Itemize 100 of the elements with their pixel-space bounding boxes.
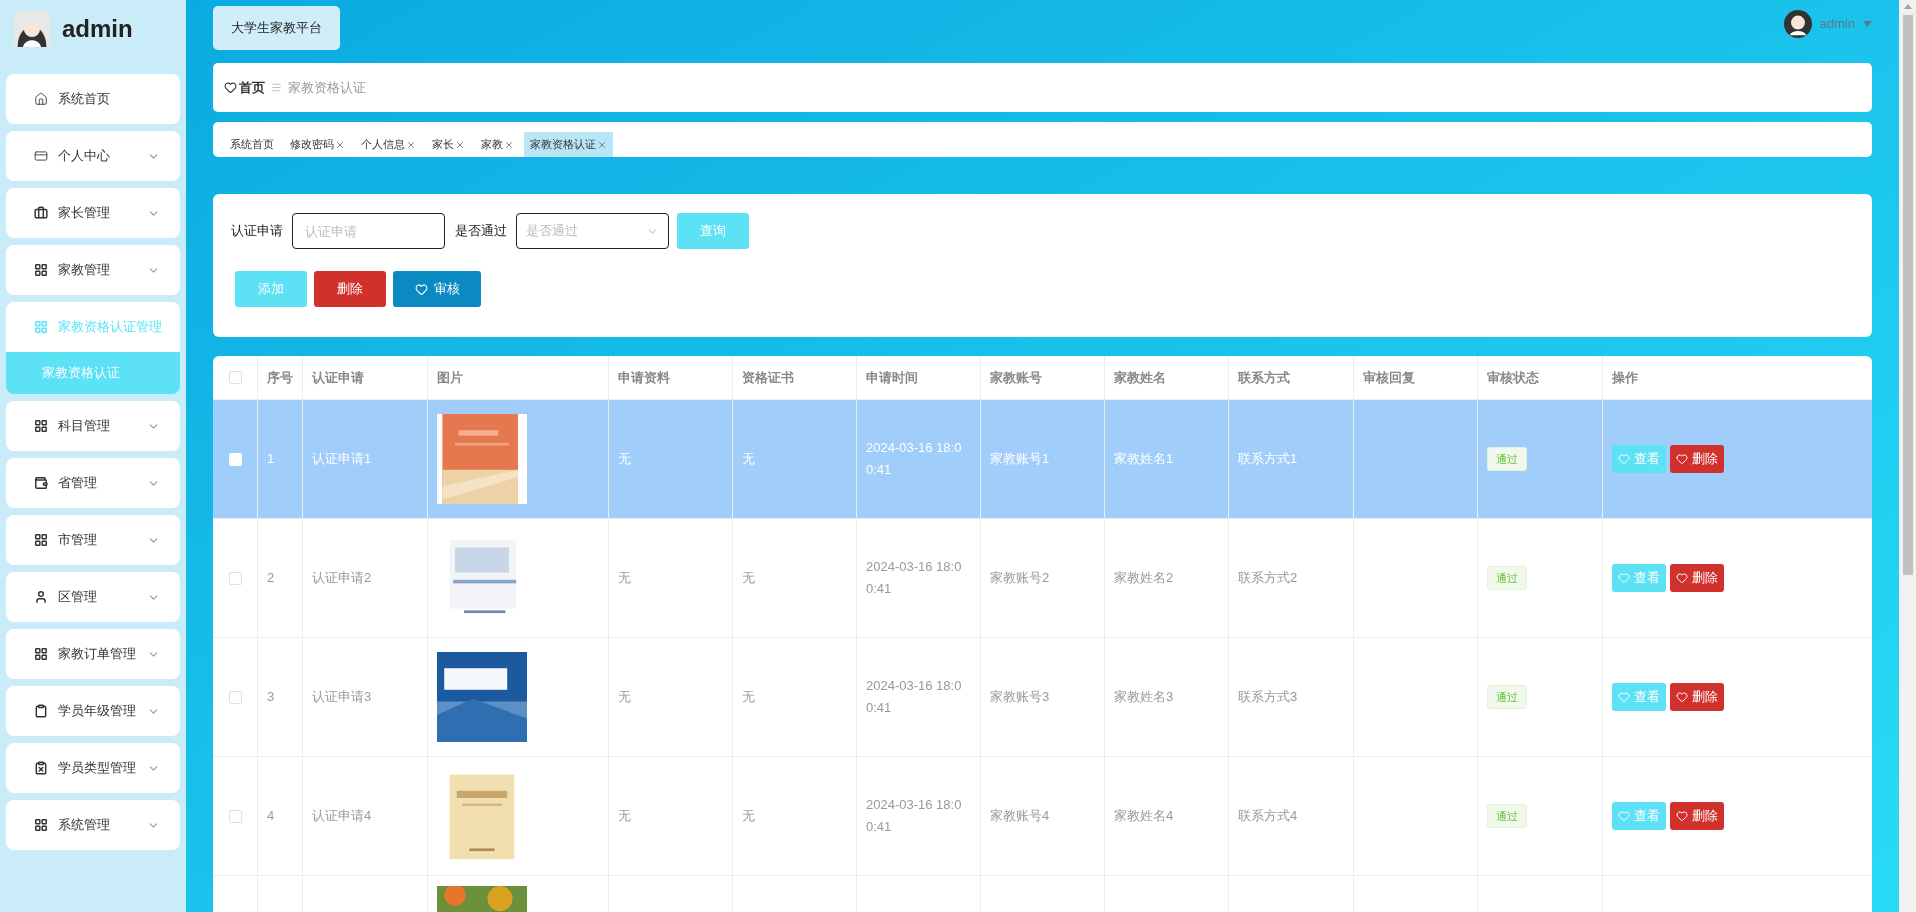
table-cell: 4 (258, 757, 303, 875)
page-tab[interactable]: 系统首页 (224, 132, 280, 157)
page-tab[interactable]: 修改密码 (284, 132, 351, 157)
grid-icon (34, 647, 48, 661)
column-header: 认证申请 (303, 356, 428, 399)
table-cell: 认证申请2 (303, 519, 428, 637)
sidebar-item[interactable]: 学员年级管理 (6, 686, 180, 736)
heart-icon (1618, 810, 1630, 822)
separator-icon (271, 82, 282, 93)
briefcase-icon (34, 206, 48, 220)
close-icon[interactable] (335, 139, 345, 150)
heart-icon (1676, 810, 1688, 822)
table-cell: 2024-03-16 18:00:41 (857, 638, 981, 756)
status-tag: 通过 (1487, 804, 1527, 828)
page-tab[interactable]: 家长 (426, 132, 471, 157)
sidebar-label: 省管理 (58, 474, 97, 493)
table-cell: 2024-03-16 18:00:41 (857, 757, 981, 875)
delete-button[interactable]: 删除 (1670, 445, 1724, 473)
row-checkbox[interactable] (228, 690, 242, 704)
table-cell: 联系方式4 (1229, 757, 1354, 875)
sidebar-item[interactable]: 区管理 (6, 572, 180, 622)
avatar-icon (1783, 10, 1812, 38)
table-cell: 家教姓名3 (1105, 638, 1229, 756)
column-header: 联系方式 (1229, 356, 1354, 399)
table-cell: 家教姓名4 (1105, 757, 1229, 875)
sidebar-item[interactable]: 学员类型管理 (6, 743, 180, 793)
table-cell: 认证申请4 (303, 757, 428, 875)
sidebar-item[interactable]: 科目管理 (6, 401, 180, 451)
column-header: 家教账号 (981, 356, 1105, 399)
page-tab[interactable]: 家教资格认证 (524, 132, 613, 157)
close-icon[interactable] (455, 139, 465, 150)
close-icon[interactable] (406, 139, 416, 150)
sidebar-label: 科目管理 (58, 417, 110, 436)
grid-icon (34, 533, 48, 547)
heart-icon (1676, 453, 1688, 465)
status-tag: 通过 (1487, 566, 1527, 590)
sidebar-item[interactable]: 家教订单管理 (6, 629, 180, 679)
scroll-up-icon[interactable] (1903, 4, 1912, 9)
column-header: 资格证书 (733, 356, 857, 399)
scrollbar-thumb[interactable] (1902, 15, 1913, 575)
page-tab[interactable]: 家教 (475, 132, 520, 157)
table-row[interactable]: 3 认证申请3 无 无 2024-03-16 18:00:41 家教账号3 家教姓名3 联系方式3 通过 查看 删除 (213, 638, 1872, 757)
table-cell: 认证申请3 (303, 638, 428, 756)
sidebar-item[interactable]: 市管理 (6, 515, 180, 565)
breadcrumb-current: 家教资格认证 (288, 78, 366, 97)
delete-button[interactable]: 删除 (1670, 683, 1724, 711)
home-icon (34, 92, 48, 106)
sidebar-label: 学员年级管理 (58, 702, 136, 721)
table-cell: 联系方式2 (1229, 519, 1354, 637)
sidebar-item[interactable]: 家长管理 (6, 188, 180, 238)
sidebar-label: 学员类型管理 (58, 759, 136, 778)
sidebar-label: 家教订单管理 (58, 645, 136, 664)
close-icon[interactable] (597, 139, 607, 150)
status-tag: 通过 (1487, 685, 1527, 709)
breadcrumb-link[interactable]: 首页 (239, 77, 265, 98)
review-button[interactable]: 审核 (393, 271, 481, 307)
row-checkbox[interactable] (228, 809, 242, 823)
card-icon (34, 149, 48, 163)
table-cell: 2 (258, 519, 303, 637)
scrollbar[interactable] (1899, 0, 1916, 912)
caret-icon (1863, 21, 1872, 27)
sidebar-item[interactable]: 系统首页 (6, 74, 180, 124)
table-cell: 无 (609, 519, 733, 637)
delete-button[interactable]: 删除 (1670, 564, 1724, 592)
sidebar-item[interactable]: 省管理 (6, 458, 180, 508)
column-header: 家教姓名 (1105, 356, 1229, 399)
sidebar-item[interactable]: 个人中心 (6, 131, 180, 181)
column-header: 审核状态 (1478, 356, 1603, 399)
sidebar-item[interactable]: 家教管理 (6, 245, 180, 295)
table-cell: 无 (733, 757, 857, 875)
sidebar-label: 市管理 (58, 531, 97, 550)
delete-button[interactable]: 删除 (1670, 802, 1724, 830)
table-cell: 联系方式3 (1229, 638, 1354, 756)
table-row[interactable]: 2 认证申请2 无 无 2024-03-16 18:00:41 家教账号2 家教姓名2 联系方式2 通过 查看 删除 (213, 519, 1872, 638)
table-cell: 联系方式1 (1229, 400, 1354, 518)
close-icon[interactable] (504, 139, 514, 150)
table-row[interactable]: 1 认证申请1 无 无 2024-03-16 18:00:41 家教账号1 家教姓名1 联系方式1 通过 查看 删除 (213, 400, 1872, 519)
table-row[interactable]: 4 认证申请4 无 无 2024-03-16 18:00:41 家教账号4 家教姓名4 联系方式4 通过 查看 删除 (213, 757, 1872, 876)
heart-icon (414, 282, 428, 296)
field-label: 是否通过 (455, 222, 507, 241)
select-all-checkbox[interactable] (228, 371, 242, 384)
delete-button[interactable]: 删除 (314, 271, 386, 307)
platform-button[interactable]: 大学生家教平台 (213, 6, 340, 50)
heart-icon (1676, 572, 1688, 584)
table-cell: 家教账号4 (981, 757, 1105, 875)
grid-icon (34, 263, 48, 277)
table-cell: 认证申请1 (303, 400, 428, 518)
sidebar-label: 家教管理 (58, 261, 110, 280)
avatar-icon (14, 11, 50, 47)
table-cell: 无 (609, 638, 733, 756)
page-tab[interactable]: 个人信息 (355, 132, 422, 157)
column-header: 申请时间 (857, 356, 981, 399)
heart-icon (1618, 453, 1630, 465)
row-checkbox[interactable] (228, 571, 242, 585)
table-cell: 家教账号3 (981, 638, 1105, 756)
sidebar-label: 区管理 (58, 588, 97, 607)
sidebar-item[interactable]: 系统管理 (6, 800, 180, 850)
column-header: 图片 (428, 356, 609, 399)
input-field[interactable]: 认证申请 (292, 213, 445, 249)
table-cell: 无 (733, 400, 857, 518)
